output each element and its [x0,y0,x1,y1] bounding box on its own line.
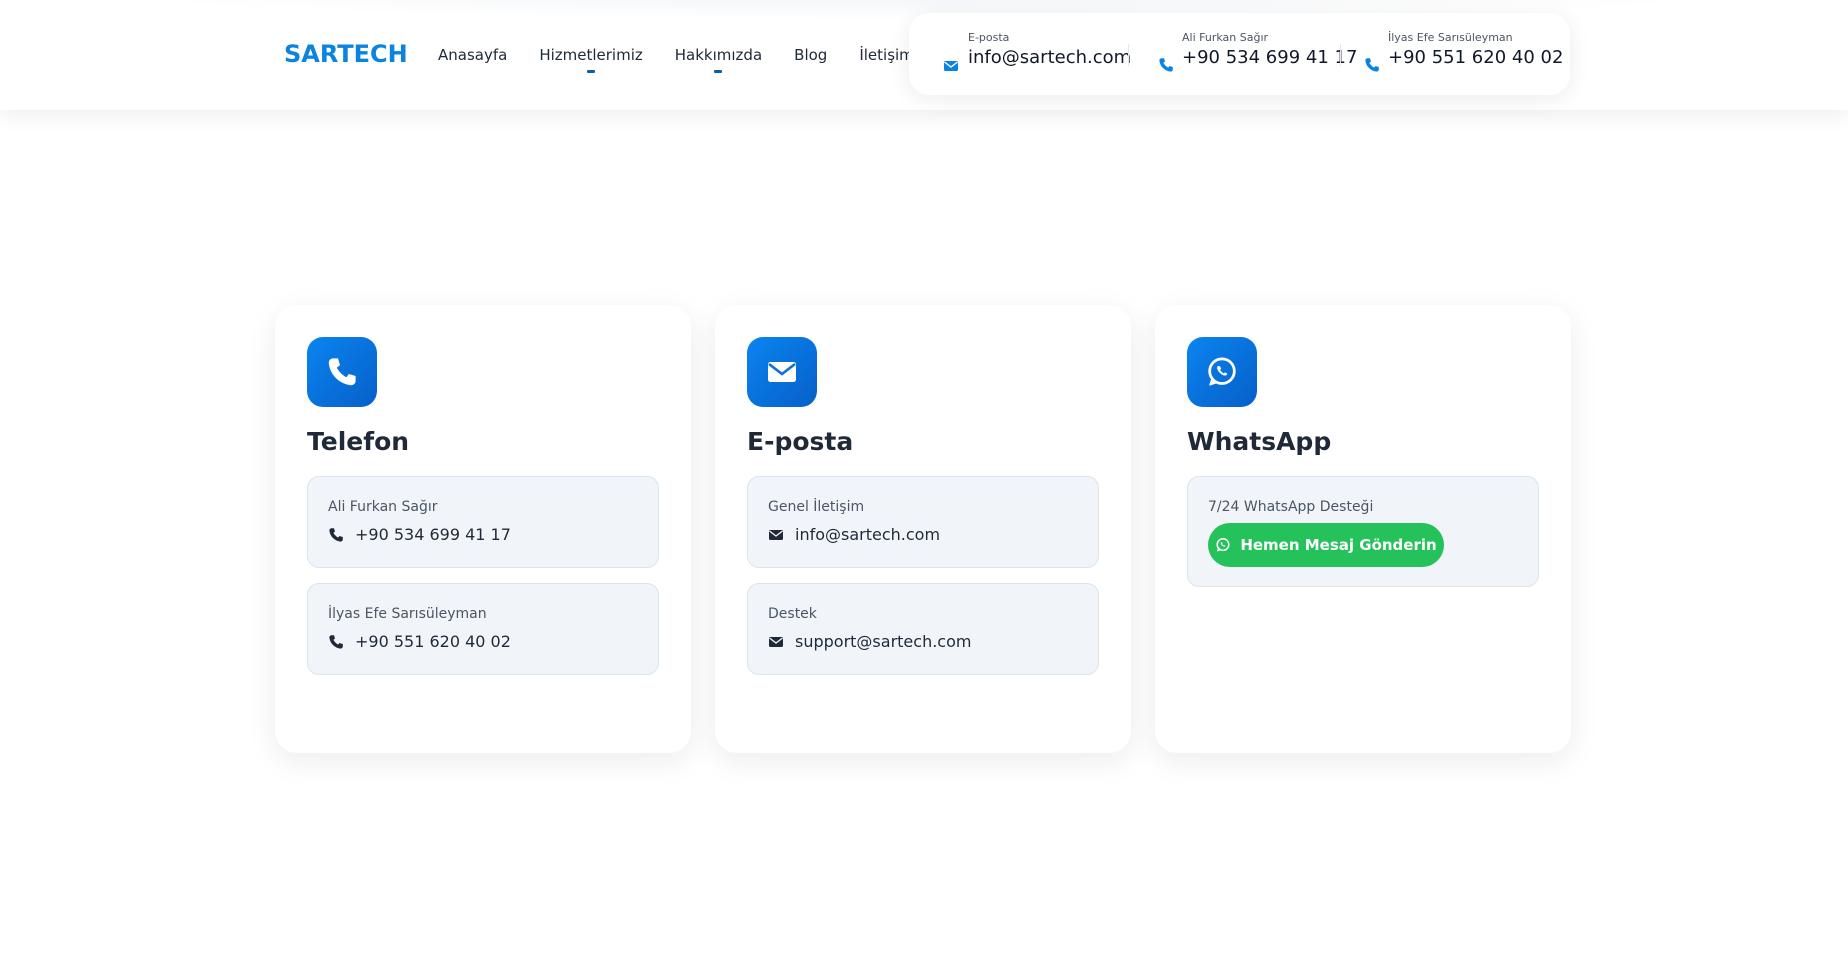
email-address: support@sartech.com [795,632,972,651]
whatsapp-support-label: 7/24 WhatsApp Desteği [1208,499,1374,515]
phone-icon [1159,58,1173,72]
card-icon-box [307,337,377,407]
email-category: Genel İletişim [768,499,865,515]
nav-item-label: Anasayfa [438,46,508,64]
whatsapp-icon [1216,538,1230,552]
phone-number: +90 551 620 40 02 [355,632,511,651]
contact-info-box: Genel İletişim info@sartech.com [747,476,1099,568]
contact-info-box: Destek support@sartech.com [747,583,1099,675]
envelope-icon [769,636,783,647]
contact-email-link[interactable]: support@sartech.com [768,632,971,651]
email-address: info@sartech.com [795,525,941,544]
nav-item-blog[interactable]: Blog [794,46,827,64]
card-title: E-posta [747,427,854,456]
whatsapp-card: WhatsApp 7/24 WhatsApp Desteği Hemen Mes… [1155,305,1571,753]
whatsapp-info-box: 7/24 WhatsApp Desteği Hemen Mesaj Gönder… [1187,476,1539,587]
logo[interactable]: SARTECH [284,40,408,68]
header-contact-label: Ali Furkan Sağır [1182,31,1269,44]
phone-icon [329,634,343,649]
divider [1128,44,1129,66]
main-nav: Anasayfa Hizmetlerimiz Hakkımızda Blog İ… [438,46,946,73]
whatsapp-button-label: Hemen Mesaj Gönderin [1240,536,1437,554]
whatsapp-message-button[interactable]: Hemen Mesaj Gönderin [1208,523,1444,567]
divider [1340,44,1341,66]
site-header: SARTECH Anasayfa Hizmetlerimiz Hakkımızd… [0,0,1848,110]
phone-icon [328,358,356,386]
header-contact-bar: E-posta info@sartech.com Ali Furkan Sağı… [909,13,1570,95]
card-title: Telefon [307,427,410,456]
contact-info-box: İlyas Efe Sarısüleyman +90 551 620 40 02 [307,583,659,675]
envelope-icon [768,362,796,382]
nav-item-about[interactable]: Hakkımızda [674,46,763,73]
phone-number: +90 534 699 41 17 [355,525,511,544]
header-contact-value: +90 551 620 40 02 [1388,47,1564,68]
nav-item-home[interactable]: Anasayfa [438,46,507,64]
nav-item-label: Hakkımızda [674,46,763,64]
contact-phone-link[interactable]: +90 534 699 41 17 [328,525,511,544]
card-icon-box [1187,337,1257,407]
header-contact-value: info@sartech.com [968,47,1132,68]
phone-icon [1365,58,1379,72]
contact-info-box: Ali Furkan Sağır +90 534 699 41 17 [307,476,659,568]
header-contact-label: İlyas Efe Sarısüleyman [1388,31,1513,44]
nav-item-contact[interactable]: İletişim [859,46,913,64]
envelope-icon [944,61,958,71]
nav-item-label: Hizmetlerimiz [539,46,643,64]
header-contact-value: +90 534 699 41 17 [1182,47,1358,68]
email-category: Destek [768,606,817,622]
card-icon-box [747,337,817,407]
phone-icon [329,527,343,542]
contact-phone-link[interactable]: +90 551 620 40 02 [328,632,511,651]
whatsapp-icon [1208,357,1236,386]
contact-name: İlyas Efe Sarısüleyman [328,606,487,622]
envelope-icon [769,529,783,540]
card-title: WhatsApp [1187,427,1332,456]
contact-name: Ali Furkan Sağır [328,499,438,515]
contact-email-link[interactable]: info@sartech.com [768,525,940,544]
nav-item-label: İletişim [859,46,914,64]
nav-item-services[interactable]: Hizmetlerimiz [539,46,643,73]
nav-item-label: Blog [794,46,828,64]
phone-card: Telefon Ali Furkan Sağır +90 534 699 41 … [275,305,691,753]
dropdown-indicator [587,70,596,73]
header-contact-label: E-posta [968,31,1010,44]
email-card: E-posta Genel İletişim info@sartech.com … [715,305,1131,753]
dropdown-indicator [714,70,723,73]
